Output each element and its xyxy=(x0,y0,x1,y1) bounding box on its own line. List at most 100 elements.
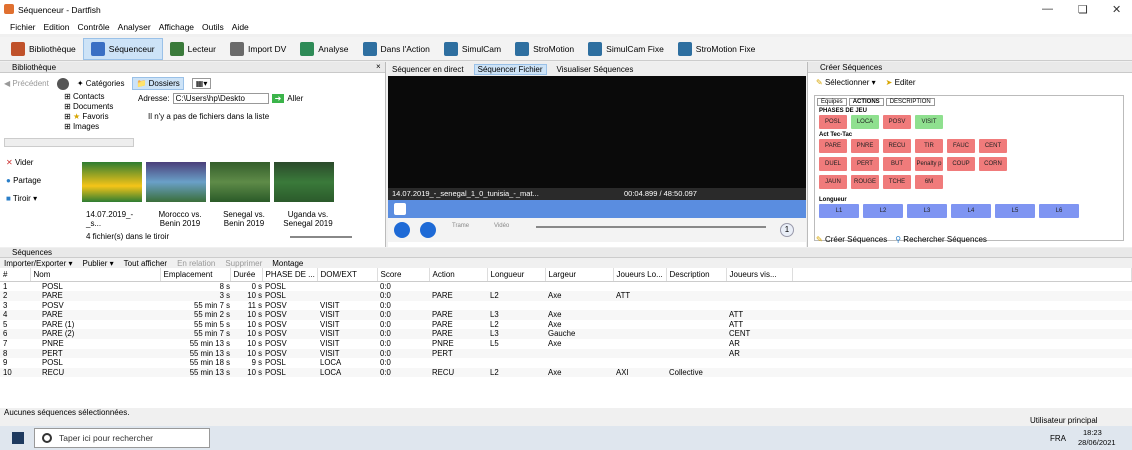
column-header[interactable]: Largeur xyxy=(545,268,614,282)
menu-aide[interactable]: Aide xyxy=(232,22,249,32)
back-button[interactable]: ◀ Précédent xyxy=(4,79,49,88)
close-button[interactable]: ✕ xyxy=(1112,3,1121,16)
table-row[interactable]: 4 PARE 55 min 2 s 10 s POSV VISIT 0:0 PARE L3 Axe… xyxy=(0,310,1132,320)
table-row[interactable]: 8 PERT 55 min 13 s 10 s POSV VISIT 0:0 PERT AR xyxy=(0,348,1132,359)
pad-l4[interactable]: L4 xyxy=(951,204,991,218)
tab-search-sequences[interactable]: ⚲ Rechercher Séquences xyxy=(895,235,987,244)
folders-button[interactable]: 📁 Dossiers xyxy=(132,77,184,90)
table-row[interactable]: 1 POSL 8 s0 s POSL 0:0 xyxy=(0,281,1132,291)
column-header[interactable]: DOM/EXT xyxy=(317,268,378,282)
close-icon[interactable]: × xyxy=(376,62,381,71)
zoom-slider[interactable] xyxy=(290,236,352,238)
pad-jaun[interactable]: JAUN xyxy=(819,175,847,189)
pad-loca[interactable]: LOCA xyxy=(851,115,879,129)
thumbnail-4[interactable] xyxy=(274,162,334,202)
pad-posl[interactable]: POSL xyxy=(819,115,847,129)
publish-button[interactable]: Publier ▾ xyxy=(83,259,114,268)
pad-posv[interactable]: POSV xyxy=(883,115,911,129)
play-icon[interactable] xyxy=(394,222,410,238)
import-export-button[interactable]: Importer/Exporter ▾ xyxy=(4,259,73,268)
language-indicator[interactable]: FRA xyxy=(1050,434,1066,443)
column-header[interactable]: Joueurs Lo... xyxy=(613,268,667,282)
pad-visit[interactable]: VISIT xyxy=(915,115,943,129)
pad-tir[interactable]: TIR xyxy=(915,139,943,153)
tab-view[interactable]: Visualiser Séquences xyxy=(557,65,634,74)
toolbar-dans-action[interactable]: Dans l'Action xyxy=(356,38,437,60)
toolbar-simulcam[interactable]: SimulCam xyxy=(437,38,508,60)
pad-but[interactable]: BUT xyxy=(883,157,911,171)
thumbnail-3[interactable] xyxy=(210,162,270,202)
windows-start-icon[interactable] xyxy=(12,432,24,444)
show-all-button[interactable]: Tout afficher xyxy=(124,259,167,268)
column-header[interactable]: Action xyxy=(429,268,488,282)
pad-recu[interactable]: RECU xyxy=(883,139,911,153)
column-header[interactable]: Score xyxy=(377,268,430,282)
column-header[interactable]: Description xyxy=(666,268,727,282)
tab-create-sequences[interactable]: ✎ Créer Séquences xyxy=(816,235,887,244)
toolbar-import-dv[interactable]: Import DV xyxy=(223,38,293,60)
toolbar-stromotion[interactable]: StroMotion xyxy=(508,38,581,60)
categories-button[interactable]: ✦ Catégories xyxy=(77,79,125,88)
toolbar-analyse[interactable]: Analyse xyxy=(293,38,355,60)
playhead[interactable] xyxy=(394,203,406,215)
pad-fauc[interactable]: FAUC xyxy=(947,139,975,153)
clear-button[interactable]: ✕ Vider xyxy=(6,158,41,167)
go-button[interactable]: Aller xyxy=(287,94,303,103)
toolbar-sequenceur[interactable]: Séquenceur xyxy=(82,37,163,60)
tab-equipes[interactable]: Equipes xyxy=(817,98,847,106)
montage-button[interactable]: Montage xyxy=(272,259,303,268)
column-header[interactable]: Durée xyxy=(230,268,263,282)
table-row[interactable]: 7 PNRE 55 min 13 s 10 s POSV VISIT 0:0 PNRE L5 Ax… xyxy=(0,339,1132,349)
tree-item-favoris[interactable]: ⊞ ★ Favoris xyxy=(64,112,130,122)
column-header[interactable]: Nom xyxy=(30,268,161,282)
video-canvas[interactable] xyxy=(388,76,806,188)
view-mode-button[interactable]: ▦▾ xyxy=(191,78,212,89)
delete-button[interactable]: Supprimer xyxy=(225,259,262,268)
pad-tche[interactable]: TCHE xyxy=(883,175,911,189)
menu-edition[interactable]: Edition xyxy=(44,22,70,32)
tab-file[interactable]: Séquencer Fichier xyxy=(473,63,547,75)
column-header[interactable]: Joueurs vis... xyxy=(726,268,793,282)
pad-rouge[interactable]: ROUGE xyxy=(851,175,879,189)
table-row[interactable]: 2 PARE 3 s 10 s POSL 0:0 PARE L2 Axe ATT xyxy=(0,291,1132,301)
pad-coup[interactable]: COUP xyxy=(947,157,975,171)
pad-pert[interactable]: PERT xyxy=(851,157,879,171)
pad-penalty[interactable]: Penalty p xyxy=(915,157,943,171)
tree-item-documents[interactable]: ⊞ Documents xyxy=(64,102,130,112)
pad-l2[interactable]: L2 xyxy=(863,204,903,218)
tree-item-contacts[interactable]: ⊞ Contacts xyxy=(64,92,130,102)
column-header[interactable]: PHASE DE ... xyxy=(262,268,318,282)
menu-fichier[interactable]: Fichier xyxy=(10,22,36,32)
drawer-button[interactable]: ■ Tiroir ▾ xyxy=(6,194,41,203)
tree-scrollbar[interactable] xyxy=(4,138,134,147)
pad-l5[interactable]: L5 xyxy=(995,204,1035,218)
pad-corn[interactable]: CORN xyxy=(979,157,1007,171)
forward-icon[interactable] xyxy=(56,77,69,90)
toolbar-simulcam-fixe[interactable]: SimulCam Fixe xyxy=(581,38,671,60)
clock-date[interactable]: 28/06/2021 xyxy=(1078,438,1116,447)
menu-analyser[interactable]: Analyser xyxy=(118,22,151,32)
minimize-button[interactable]: — xyxy=(1042,3,1053,15)
menu-affichage[interactable]: Affichage xyxy=(159,22,194,32)
pad-pare[interactable]: PARE xyxy=(819,139,847,153)
table-row[interactable]: 3 POSV 55 min 7 s 11 s POSV VISIT 0:0 xyxy=(0,301,1132,311)
pad-duel[interactable]: DUEL xyxy=(819,157,847,171)
menu-controle[interactable]: Contrôle xyxy=(78,22,110,32)
clock-time[interactable]: 18:23 xyxy=(1083,428,1102,437)
tab-description[interactable]: DESCRIPTION xyxy=(885,98,935,106)
toolbar-bibliotheque[interactable]: Bibliothèque xyxy=(4,38,83,60)
stop-icon[interactable] xyxy=(420,222,436,238)
search-input[interactable]: Taper ici pour rechercher xyxy=(34,428,210,448)
menu-outils[interactable]: Outils xyxy=(202,22,224,32)
pad-pnre[interactable]: PNRE xyxy=(851,139,879,153)
related-button[interactable]: En relation xyxy=(177,259,215,268)
tree-item-images[interactable]: ⊞ Images xyxy=(64,122,130,132)
tab-live[interactable]: Séquencer en direct xyxy=(392,65,464,74)
table-row[interactable]: 10 RECU 55 min 13 s 10 s POSL LOCA 0:0 RECU L2 Ax… xyxy=(0,367,1132,378)
thumbnail-1[interactable] xyxy=(82,162,142,202)
pad-6m[interactable]: 6M xyxy=(915,175,943,189)
share-button[interactable]: ● Partage xyxy=(6,176,41,185)
toolbar-stromotion-fixe[interactable]: StroMotion Fixe xyxy=(671,38,763,60)
column-header[interactable]: Longueur xyxy=(487,268,546,282)
column-header[interactable]: # xyxy=(0,268,31,282)
